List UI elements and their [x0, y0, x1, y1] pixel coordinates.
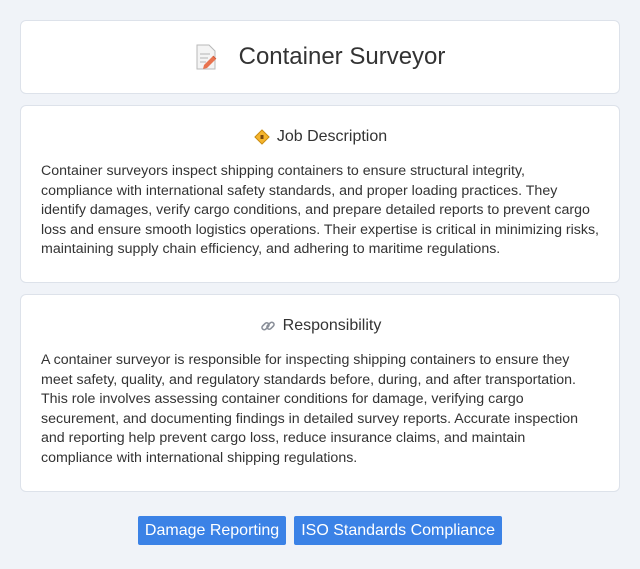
link-icon	[259, 317, 277, 335]
responsibility-heading: Responsibility	[21, 315, 619, 337]
diamond-sign-icon	[253, 128, 271, 146]
job-description-heading: Job Description	[21, 126, 619, 148]
job-description-text: Container surveyors inspect shipping con…	[41, 163, 599, 257]
tag-iso-standards-compliance[interactable]: ISO Standards Compliance	[294, 516, 503, 545]
skill-tags: Damage Reporting ISO Standards Complianc…	[0, 516, 640, 545]
responsibility-text: A container surveyor is responsible for …	[41, 352, 579, 466]
memo-pencil-icon	[195, 44, 217, 70]
page-title: Container Surveyor	[238, 43, 446, 70]
tag-damage-reporting[interactable]: Damage Reporting	[137, 516, 287, 545]
responsibility-title: Responsibility	[282, 317, 382, 334]
title-card: Container Surveyor	[20, 20, 620, 94]
job-description-card: Job Description Container surveyors insp…	[20, 105, 620, 283]
responsibility-card: Responsibility A container surveyor is r…	[20, 294, 620, 492]
job-description-title: Job Description	[276, 128, 388, 145]
